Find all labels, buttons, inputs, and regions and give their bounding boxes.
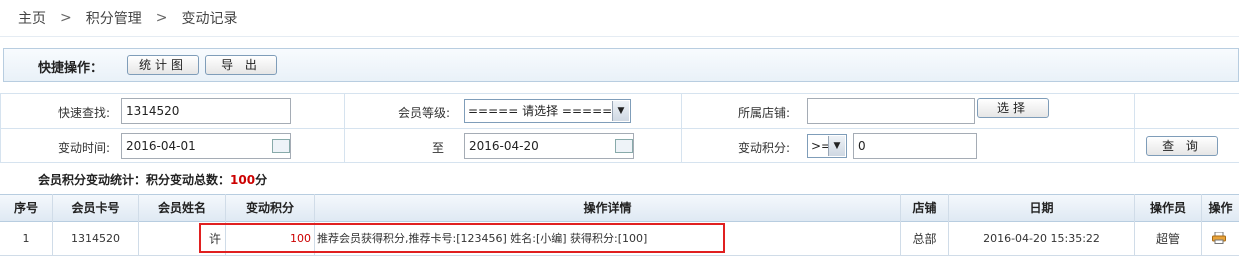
col-header-card: 会员卡号 — [71, 201, 120, 215]
col-header-action: 操作 — [1208, 201, 1233, 215]
stats-total: 100 — [230, 173, 256, 187]
cell-index: 1 — [22, 232, 30, 245]
store-label: 所属店铺: — [737, 106, 790, 120]
col-header-store: 店铺 — [912, 201, 937, 215]
points-change-label: 变动积分: — [737, 141, 790, 155]
form-divider — [1134, 93, 1135, 162]
quick-operations-label: 快捷操作： — [38, 61, 104, 76]
breadcrumb-change-records: 变动记录 — [181, 11, 238, 27]
to-label: 至 — [431, 141, 444, 155]
stats-unit: 分 — [255, 173, 268, 187]
points-input[interactable] — [853, 133, 977, 159]
store-input[interactable] — [807, 98, 975, 124]
change-time-label: 变动时间: — [57, 141, 110, 155]
member-level-select[interactable]: ===== 请选择 ===== ▼ — [464, 99, 631, 123]
breadcrumb-separator: > — [60, 10, 72, 26]
stats-prefix: 会员积分变动统计：积分变动总数： — [38, 173, 231, 187]
form-divider — [681, 93, 682, 162]
form-border-bottom — [0, 162, 1239, 163]
date-from-input[interactable] — [121, 133, 291, 159]
breadcrumb-separator: > — [155, 10, 168, 26]
member-level-selected: ===== 请选择 ===== — [468, 104, 613, 118]
form-border-top — [0, 93, 1239, 94]
cell-card: 1314520 — [71, 232, 120, 245]
member-level-label: 会员等级: — [397, 106, 450, 120]
table-row-border — [0, 255, 1239, 256]
breadcrumb-home[interactable]: 主页 — [18, 8, 46, 28]
cell-date: 2016-04-20 15:35:22 — [983, 232, 1100, 245]
date-to-input[interactable] — [464, 133, 634, 159]
breadcrumb-divider — [0, 36, 1239, 37]
cell-store: 总部 — [912, 232, 937, 246]
chevron-down-icon[interactable]: ▼ — [828, 136, 845, 156]
select-store-button[interactable]: 选择 — [977, 98, 1049, 118]
points-stats-summary: 会员积分变动统计：积分变动总数：100分 — [38, 171, 267, 188]
calendar-icon[interactable] — [272, 139, 290, 153]
col-header-points: 变动积分 — [245, 201, 294, 215]
column-divider — [1201, 194, 1202, 256]
quick-search-input[interactable] — [121, 98, 291, 124]
quick-search-label: 快速查找: — [57, 106, 110, 120]
calendar-icon[interactable] — [615, 139, 633, 153]
col-header-date: 日期 — [1029, 201, 1054, 215]
stats-chart-button[interactable]: 统计图 — [127, 55, 199, 75]
highlight-box — [199, 223, 725, 253]
col-header-index: 序号 — [13, 201, 38, 215]
col-header-operator: 操作员 — [1149, 201, 1186, 215]
breadcrumb-points-management[interactable]: 积分管理 — [86, 8, 142, 28]
col-header-name: 会员姓名 — [157, 201, 206, 215]
cell-operator: 超管 — [1155, 232, 1180, 246]
col-header-detail: 操作详情 — [583, 201, 632, 215]
export-button[interactable]: 导 出 — [205, 55, 277, 75]
query-button[interactable]: 查 询 — [1146, 136, 1218, 156]
form-divider — [344, 93, 345, 162]
form-divider — [0, 93, 1, 162]
form-border-middle — [0, 128, 1239, 129]
print-icon[interactable] — [1212, 232, 1226, 244]
breadcrumb: 主页 > 积分管理 > 变动记录 — [18, 8, 237, 28]
operator-select[interactable]: >= ▼ — [807, 134, 847, 158]
chevron-down-icon[interactable]: ▼ — [612, 101, 629, 121]
